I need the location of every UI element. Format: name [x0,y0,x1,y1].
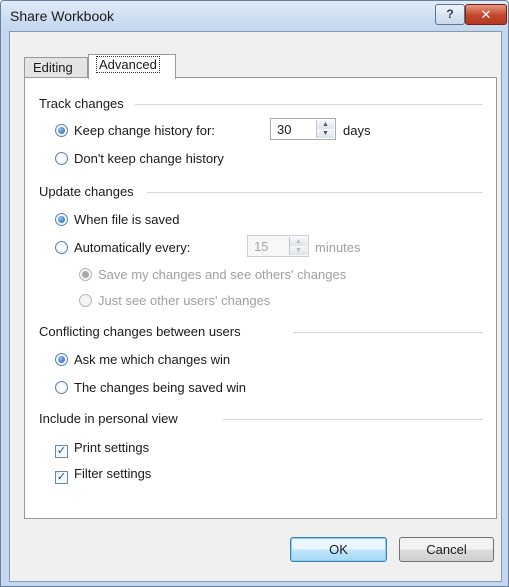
save-my-changes-radio[interactable]: Save my changes and see others' changes [79,267,346,282]
days-spinner[interactable]: 30 ▲ ▼ [270,118,336,140]
conflicting-changes-heading: Conflicting changes between users [39,324,241,339]
tab-editing[interactable]: Editing [24,57,88,78]
radio-unselected-icon [55,381,68,394]
close-button[interactable]: ✕ [465,4,507,25]
radio-selected-icon [55,124,68,137]
ask-me-label: Ask me which changes win [74,352,231,367]
spin-down-icon[interactable]: ▼ [317,129,334,138]
dialog-body: Editing Advanced Track changes Keep chan… [9,31,502,582]
tab-advanced-label: Advanced [96,56,160,73]
spin-up-icon[interactable]: ▲ [290,237,307,246]
radio-unselected-icon [79,294,92,307]
title-bar[interactable]: Share Workbook ? ✕ [1,1,508,31]
when-file-saved-label: When file is saved [74,212,180,227]
help-button[interactable]: ? [435,4,465,25]
filter-settings-checkbox[interactable]: ✓ Filter settings [55,466,151,484]
just-see-changes-label: Just see other users' changes [98,293,271,308]
checkmark-icon: ✓ [55,445,68,458]
checkmark-icon: ✓ [55,471,68,484]
radio-selected-icon [55,353,68,366]
share-workbook-dialog: Share Workbook ? ✕ Editing Advanced Trac… [0,0,509,587]
radio-selected-icon [55,213,68,226]
just-see-changes-radio[interactable]: Just see other users' changes [79,293,270,308]
changes-saved-win-label: The changes being saved win [74,380,247,395]
spin-up-icon[interactable]: ▲ [317,120,334,129]
dont-keep-history-radio[interactable]: Don't keep change history [55,151,224,166]
days-spin-arrows[interactable]: ▲ ▼ [316,120,334,138]
print-settings-checkbox[interactable]: ✓ Print settings [55,440,149,458]
minutes-spinner[interactable]: 15 ▲ ▼ [247,235,309,257]
dialog-title: Share Workbook [10,8,115,24]
radio-unselected-icon [55,152,68,165]
automatically-every-label: Automatically every: [74,240,191,255]
cancel-button[interactable]: Cancel [399,537,494,562]
minutes-value: 15 [254,239,269,254]
radio-selected-icon [79,268,92,281]
personal-view-divider [223,419,483,420]
minutes-spin-arrows[interactable]: ▲ ▼ [289,237,307,255]
ok-button[interactable]: OK [290,537,387,562]
advanced-tab-panel: Track changes Keep change history for: 3… [24,77,497,519]
days-unit-label: days [343,123,371,138]
automatically-every-radio[interactable]: Automatically every: [55,240,190,255]
radio-unselected-icon [55,241,68,254]
days-value: 30 [277,122,292,137]
dont-keep-history-label: Don't keep change history [74,151,224,166]
conflicting-changes-divider [293,332,483,333]
ask-me-radio[interactable]: Ask me which changes win [55,352,230,367]
keep-history-label: Keep change history for: [74,123,215,138]
keep-history-radio[interactable]: Keep change history for: [55,123,215,138]
personal-view-heading: Include in personal view [39,411,178,426]
minutes-unit-label: minutes [315,240,361,255]
track-changes-divider [135,104,483,105]
filter-settings-label: Filter settings [74,466,152,481]
update-changes-divider [147,192,483,193]
spin-down-icon[interactable]: ▼ [290,246,307,255]
when-file-saved-radio[interactable]: When file is saved [55,212,180,227]
update-changes-heading: Update changes [39,184,134,199]
tab-advanced[interactable]: Advanced [88,54,176,79]
track-changes-heading: Track changes [39,96,124,111]
print-settings-label: Print settings [74,440,150,455]
changes-saved-win-radio[interactable]: The changes being saved win [55,380,246,395]
save-my-changes-label: Save my changes and see others' changes [98,267,347,282]
